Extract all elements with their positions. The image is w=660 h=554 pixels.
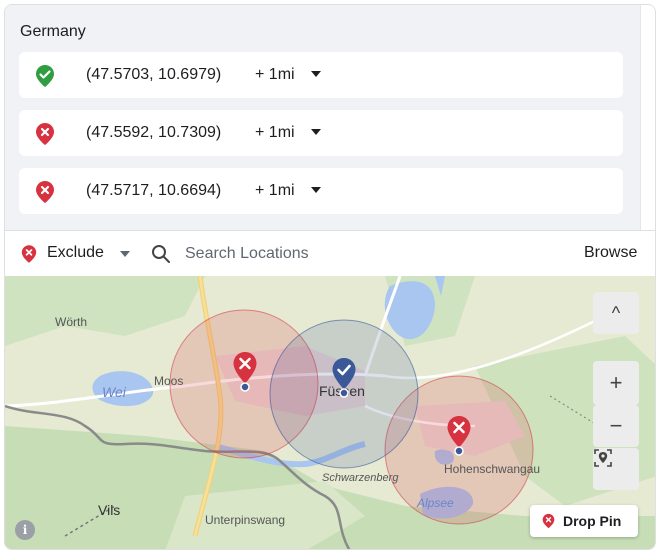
search-locations-input[interactable] bbox=[185, 239, 565, 269]
x-pin-icon[interactable] bbox=[232, 351, 258, 393]
place-label: Unterpinswang bbox=[205, 513, 286, 527]
info-icon[interactable]: i bbox=[15, 520, 35, 540]
location-coordinates: (47.5703, 10.6979) bbox=[86, 66, 222, 83]
check-pin-icon[interactable] bbox=[331, 357, 357, 399]
location-targeting-panel: Germany (47.5703, 10.6979) + 1mi (47.559… bbox=[4, 4, 656, 550]
location-coordinates: (47.5717, 10.6694) bbox=[86, 182, 222, 199]
place-label: Wörth bbox=[55, 315, 88, 329]
radius-dropdown-caret-icon[interactable] bbox=[311, 129, 321, 135]
location-row[interactable]: (47.5703, 10.6979) + 1mi bbox=[19, 52, 623, 98]
x-pin-icon bbox=[542, 513, 555, 529]
place-label: Alpsee bbox=[417, 496, 454, 510]
chevron-down-icon[interactable] bbox=[120, 251, 130, 257]
x-pin-icon bbox=[36, 181, 54, 203]
collapse-map-button[interactable]: ^ bbox=[593, 292, 639, 334]
radius-value[interactable]: + 1mi bbox=[255, 66, 295, 84]
map-view[interactable]: Wörth Moos Wei Füssen Schwarzenberg Hohe… bbox=[5, 276, 655, 549]
radius-dropdown-caret-icon[interactable] bbox=[311, 187, 321, 193]
include-exclude-dropdown[interactable]: Exclude bbox=[47, 244, 104, 262]
drop-pin-button[interactable]: Drop Pin bbox=[530, 505, 638, 537]
place-label: Schwarzenberg bbox=[322, 472, 399, 484]
zoom-out-button[interactable]: − bbox=[593, 405, 639, 447]
place-label: Vils bbox=[98, 502, 121, 518]
list-scrollbar[interactable] bbox=[640, 5, 655, 230]
drop-pin-label: Drop Pin bbox=[563, 513, 622, 529]
place-label: Hohenschwangau bbox=[444, 462, 541, 476]
radius-value[interactable]: + 1mi bbox=[255, 124, 295, 142]
location-row[interactable]: (47.5592, 10.7309) + 1mi bbox=[19, 110, 623, 156]
location-target-icon bbox=[594, 449, 612, 467]
search-icon bbox=[152, 245, 170, 263]
place-label: Moos bbox=[154, 374, 184, 388]
x-pin-icon[interactable] bbox=[446, 415, 472, 457]
place-label: Wei bbox=[102, 384, 126, 400]
radius-value[interactable]: + 1mi bbox=[255, 182, 295, 200]
x-pin-icon bbox=[36, 123, 54, 145]
radius-dropdown-caret-icon[interactable] bbox=[311, 71, 321, 77]
plus-icon: + bbox=[609, 370, 623, 395]
chevron-up-icon: ^ bbox=[611, 302, 621, 323]
check-pin-icon bbox=[36, 65, 54, 87]
location-search-bar: Exclude Browse bbox=[5, 230, 655, 276]
exclude-pin-icon bbox=[21, 245, 37, 263]
location-row[interactable]: (47.5717, 10.6694) + 1mi bbox=[19, 168, 623, 214]
locate-button[interactable] bbox=[593, 448, 639, 490]
zoom-in-button[interactable]: + bbox=[593, 361, 639, 405]
country-heading: Germany bbox=[20, 23, 86, 40]
browse-button[interactable]: Browse bbox=[584, 244, 637, 262]
minus-icon: − bbox=[609, 413, 623, 438]
selected-locations-list: Germany (47.5703, 10.6979) + 1mi (47.559… bbox=[5, 5, 640, 230]
location-coordinates: (47.5592, 10.7309) bbox=[86, 124, 222, 141]
